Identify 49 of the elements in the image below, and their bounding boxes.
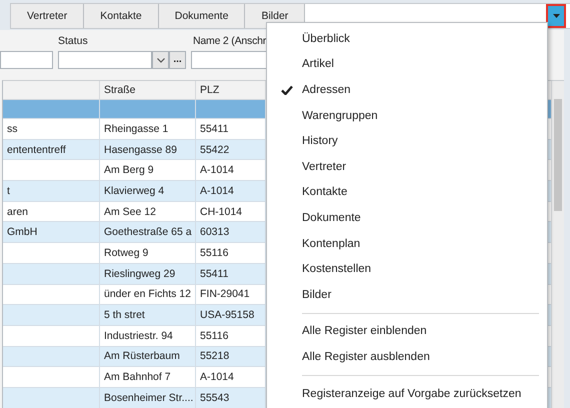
menu-item-label: Kontenplan [302,238,360,250]
menu-item-label: Überblick [302,32,350,45]
menu-item-label: Warengruppen [302,110,378,122]
table-cell: A-1014 [200,164,234,176]
menu-item-label: Vertreter [302,160,346,173]
table-cell: FIN-29041 [200,288,250,300]
table-cell: CH-1014 [200,206,242,218]
table-cell: GmbH [7,226,38,238]
table-cell: 55411 [200,122,228,135]
table-cell: Rieslingweg 29 [104,268,176,280]
menu-item-label: Adressen [302,84,351,96]
table-cell: 55116 [200,246,228,259]
menu-item-label: Alle Register ausblenden [302,350,430,363]
menu-item-label: History [302,135,338,148]
table-cell: Goethestraße 65 a [104,226,192,238]
table-cell: Am Bahnhof 7 [104,371,171,384]
table-cell: Rotweg 9 [104,246,148,259]
table-cell: Hasengasse 89 [104,144,177,156]
table-cell: ss [7,122,18,135]
table-cell: Klavierweg 4 [104,184,164,197]
menu-item-label: Kostenstellen [302,263,372,276]
table-cell: t [7,184,10,197]
menu-item-label: Alle Register einblenden [302,325,427,338]
field-label: Name 2 (Anschr [192,34,266,48]
table-cell: Rheingasse 1 [104,122,168,135]
table-cell: Am Berg 9 [104,164,154,176]
table-cell: A-1014 [200,371,234,384]
table-cell: ünder en Fichts 12 [104,288,191,300]
menu-item-label: Registeranzeige auf Vorgabe zurücksetzen [302,388,522,400]
table-cell: Am Rüsterbaum [104,350,180,362]
menu-item-label: Kontakte [302,186,348,198]
table-cell: aren [7,206,28,218]
table-cell: 55411 [200,268,228,280]
table-cell: 5 th stret [104,309,145,322]
table-cell: 60313 [200,226,230,238]
table-cell: 55422 [200,144,230,156]
table-cell: Industriestr. 94 [104,330,173,342]
table-cell: 55543 [200,392,230,404]
menu-item-label: Artikel [302,58,334,70]
table-cell: Am See 12 [104,206,156,218]
table-cell: USA-95158 [200,309,254,322]
table-cell: 55116 [200,330,228,342]
table-cell: 55218 [200,350,230,362]
table-cell: A-1014 [200,184,234,197]
table-cell: entententreff [7,144,66,156]
menu-item-label: Dokumente [302,212,361,224]
menu-item-label: Bilder [302,288,332,301]
field-label: Status [58,34,88,48]
table-cell: Bosenheimer Str.... [104,392,194,404]
